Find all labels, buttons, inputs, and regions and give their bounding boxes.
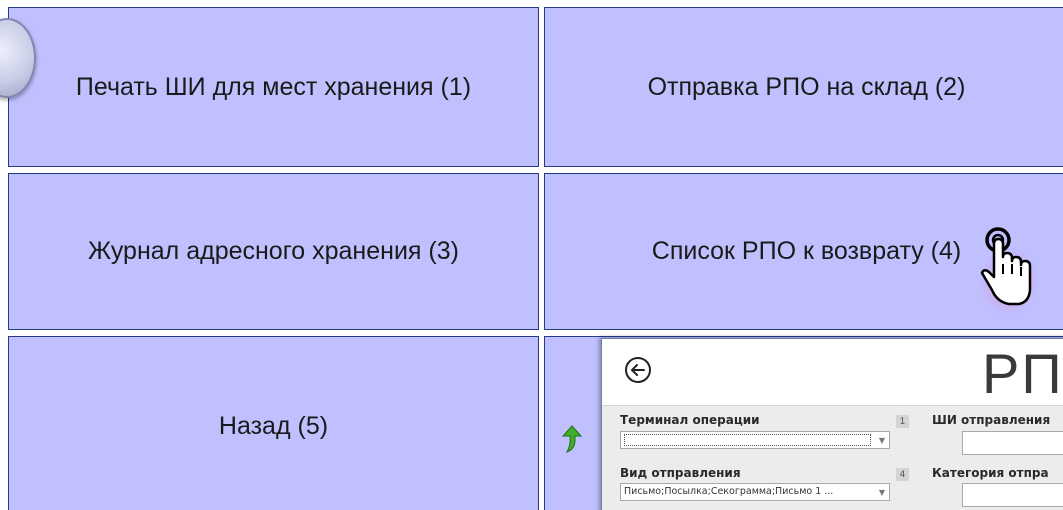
filter-form: Терминал операции 1 ▼ ШИ отправления Вид… — [602, 405, 1063, 510]
type-label: Вид отправления — [620, 466, 741, 480]
type-select[interactable]: Письмо;Посылка;Секограмма;Письмо 1 ... ▼ — [620, 483, 890, 501]
type-number-badge: 4 — [896, 468, 909, 481]
back-arrow-icon[interactable] — [624, 356, 652, 384]
focus-outline — [624, 434, 871, 446]
terminal-number-badge: 1 — [896, 415, 909, 428]
tile-label: Назад (5) — [218, 411, 329, 440]
type-value: Письмо;Посылка;Секограмма;Письмо 1 ... — [624, 486, 834, 497]
tile-send-rpo-to-warehouse[interactable]: Отправка РПО на склад (2) — [544, 7, 1063, 167]
rpo-form-window: РПС Терминал операции 1 ▼ ШИ отправления… — [601, 338, 1063, 510]
window-title: РПС — [982, 342, 1063, 405]
category-select[interactable] — [962, 483, 1063, 507]
tile-print-storage-labels[interactable]: Печать ШИ для мест хранения (1) — [8, 7, 539, 167]
terminal-select[interactable]: ▼ — [620, 431, 890, 449]
pointing-hand-icon — [979, 227, 1039, 316]
shi-input[interactable] — [962, 431, 1063, 455]
chevron-down-icon: ▼ — [878, 436, 885, 445]
green-arrow-icon — [561, 425, 583, 453]
tile-label: Журнал адресного хранения (3) — [88, 237, 459, 265]
tile-label: Печать ШИ для мест хранения (1) — [75, 72, 472, 101]
shi-label: ШИ отправления — [932, 413, 1051, 427]
tile-label: Отправка РПО на склад (2) — [647, 72, 966, 101]
chevron-down-icon: ▼ — [878, 488, 885, 497]
terminal-label: Терминал операции — [620, 413, 760, 427]
category-label: Категория отпра — [932, 466, 1049, 480]
tile-label: Список РПО к возврату (4) — [651, 237, 962, 265]
tile-address-storage-journal[interactable]: Журнал адресного хранения (3) — [8, 173, 539, 330]
tile-back[interactable]: Назад (5) — [8, 336, 539, 510]
